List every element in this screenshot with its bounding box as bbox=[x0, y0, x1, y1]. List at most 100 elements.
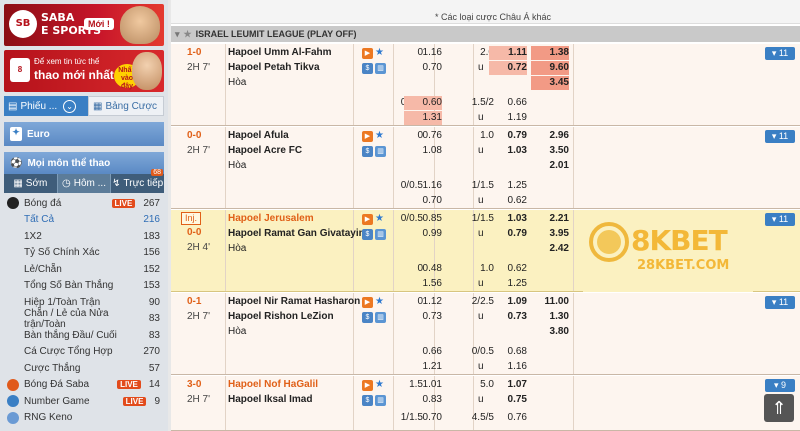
odds-1x2-away[interactable]: 9.60 bbox=[531, 61, 569, 75]
odds-home[interactable]: 0.70 bbox=[404, 411, 442, 425]
collapse-icon[interactable]: ▾ bbox=[175, 29, 180, 40]
favorite-star-icon[interactable]: ★ bbox=[375, 129, 384, 143]
sport-item[interactable]: Bóng Đá Saba LIVE 14 bbox=[4, 377, 164, 394]
sport-item[interactable]: Tỷ Số Chính Xác 156 bbox=[4, 245, 164, 262]
odds-home[interactable]: 1.16 bbox=[404, 46, 442, 60]
stats-icon[interactable]: ▥ bbox=[375, 229, 386, 240]
odds-1x2-draw[interactable]: 3.80 bbox=[531, 325, 569, 339]
tab-today[interactable]: ◷ Hôm ... bbox=[56, 174, 112, 193]
sport-item[interactable]: Cá Cược Tổng Hợp 270 bbox=[4, 344, 164, 361]
saba-esports-banner[interactable]: SB SABA E SPORTS Mới ! bbox=[4, 4, 164, 46]
live-stream-icon[interactable]: ▶ bbox=[362, 297, 373, 308]
cashout-icon[interactable]: $ bbox=[362, 146, 373, 157]
live-stream-icon[interactable]: ▶ bbox=[362, 214, 373, 225]
odds-under[interactable]: 0.72 bbox=[489, 61, 527, 75]
stats-icon[interactable]: ▥ bbox=[375, 63, 386, 74]
odds-over[interactable]: 0.79 bbox=[489, 129, 527, 143]
odds-over[interactable]: 1.25 bbox=[489, 179, 527, 193]
sport-item[interactable]: 1X2 183 bbox=[4, 228, 164, 245]
sport-item[interactable]: Chẵn / Lẻ của Nửa trận/Toàn 83 bbox=[4, 308, 164, 330]
stats-icon[interactable]: ▥ bbox=[375, 395, 386, 406]
sport-item[interactable]: RNG Keno bbox=[4, 410, 164, 427]
tab-bet-list[interactable]: ▦ Bảng Cược bbox=[88, 96, 164, 116]
other-asian-bets-link[interactable]: * Các loại cược Châu Á khác bbox=[435, 12, 551, 22]
sports-news-banner[interactable]: 8 Để xem tin tức thể thao mới nhất Nhấn … bbox=[4, 50, 164, 92]
live-stream-icon[interactable]: ▶ bbox=[362, 131, 373, 142]
odds-over[interactable]: 1.11 bbox=[489, 46, 527, 60]
favorite-star-icon[interactable]: ★ bbox=[375, 46, 384, 60]
odds-over[interactable]: 1.07 bbox=[489, 378, 527, 392]
odds-1x2-away[interactable]: 3.50 bbox=[531, 144, 569, 158]
odds-away[interactable]: 1.08 bbox=[404, 144, 442, 158]
odds-home[interactable]: 0.60 bbox=[404, 96, 442, 110]
odds-under[interactable]: 1.16 bbox=[489, 360, 527, 374]
star-icon[interactable]: ★ bbox=[184, 29, 192, 40]
odds-under[interactable]: 0.79 bbox=[489, 227, 527, 241]
odds-1x2-home[interactable]: 11.00 bbox=[531, 295, 569, 309]
euro-link[interactable]: ✦ Euro bbox=[4, 122, 164, 146]
cashout-icon[interactable]: $ bbox=[362, 229, 373, 240]
sport-item[interactable]: Cược Thắng 57 bbox=[4, 360, 164, 377]
odds-away[interactable]: 0.70 bbox=[404, 61, 442, 75]
live-stream-icon[interactable]: ▶ bbox=[362, 380, 373, 391]
stats-icon[interactable]: ▥ bbox=[375, 312, 386, 323]
tab-bet-slip[interactable]: ▤ Phiếu ... ⌄ bbox=[4, 96, 88, 116]
odds-away[interactable]: 0.83 bbox=[404, 393, 442, 407]
odds-home[interactable]: 1.01 bbox=[404, 378, 442, 392]
sport-item[interactable]: Number Game LIVE 9 bbox=[4, 393, 164, 410]
more-bets-button[interactable]: ▾ 9 bbox=[765, 379, 795, 392]
odds-home[interactable]: 0.85 bbox=[404, 212, 442, 226]
odds-under[interactable]: 0.75 bbox=[489, 393, 527, 407]
more-bets-button[interactable]: ▾ 11 bbox=[765, 47, 795, 60]
more-bets-button[interactable]: ▾ 11 bbox=[765, 130, 795, 143]
odds-1x2-draw[interactable]: 2.42 bbox=[531, 242, 569, 256]
tab-early[interactable]: ▦ Sớm bbox=[4, 174, 57, 193]
odds-away[interactable]: 1.31 bbox=[404, 111, 442, 125]
odds-1x2-home[interactable]: 2.21 bbox=[531, 212, 569, 226]
cashout-icon[interactable]: $ bbox=[362, 63, 373, 74]
odds-over[interactable]: 0.66 bbox=[489, 96, 527, 110]
odds-away[interactable]: 0.70 bbox=[404, 194, 442, 208]
live-stream-icon[interactable]: ▶ bbox=[362, 48, 373, 59]
odds-1x2-draw[interactable]: 3.45 bbox=[531, 76, 569, 90]
odds-home[interactable]: 1.12 bbox=[404, 295, 442, 309]
odds-1x2-draw[interactable]: 2.01 bbox=[531, 159, 569, 173]
odds-home[interactable]: 0.76 bbox=[404, 129, 442, 143]
favorite-star-icon[interactable]: ★ bbox=[375, 295, 384, 309]
odds-over[interactable]: 0.68 bbox=[489, 345, 527, 359]
scroll-to-top-button[interactable]: ⇑ bbox=[764, 394, 794, 422]
odds-over[interactable]: 1.03 bbox=[489, 212, 527, 226]
stats-icon[interactable]: ▥ bbox=[375, 146, 386, 157]
more-bets-button[interactable]: ▾ 11 bbox=[765, 213, 795, 226]
odds-home[interactable]: 0.48 bbox=[404, 262, 442, 276]
league-header[interactable]: ▾ ★ ISRAEL LEUMIT LEAGUE (PLAY OFF) bbox=[171, 26, 800, 42]
odds-over[interactable]: 0.76 bbox=[489, 411, 527, 425]
odds-away[interactable]: 0.73 bbox=[404, 310, 442, 324]
odds-away[interactable]: 0.99 bbox=[404, 227, 442, 241]
odds-1x2-away[interactable]: 1.30 bbox=[531, 310, 569, 324]
sport-item[interactable]: Tất Cả 216 bbox=[4, 212, 164, 229]
odds-under[interactable]: 1.19 bbox=[489, 111, 527, 125]
sport-item[interactable]: Bóng đá LIVE 267 bbox=[4, 195, 164, 212]
favorite-star-icon[interactable]: ★ bbox=[375, 378, 384, 392]
odds-under[interactable]: 0.73 bbox=[489, 310, 527, 324]
odds-under[interactable]: 0.62 bbox=[489, 194, 527, 208]
cashout-icon[interactable]: $ bbox=[362, 312, 373, 323]
sport-item[interactable]: Bàn thắng Đầu/ Cuối 83 bbox=[4, 327, 164, 344]
odds-1x2-home[interactable]: 2.96 bbox=[531, 129, 569, 143]
sport-item[interactable]: Lẻ/Chẵn 152 bbox=[4, 261, 164, 278]
odds-over[interactable]: 0.62 bbox=[489, 262, 527, 276]
odds-1x2-away[interactable]: 3.95 bbox=[531, 227, 569, 241]
odds-home[interactable]: 0.66 bbox=[404, 345, 442, 359]
odds-1x2-home[interactable]: 1.38 bbox=[531, 46, 569, 60]
all-sports-header[interactable]: ⚽ Mọi môn thể thao bbox=[4, 152, 164, 174]
more-bets-button[interactable]: ▾ 11 bbox=[765, 296, 795, 309]
cashout-icon[interactable]: $ bbox=[362, 395, 373, 406]
favorite-star-icon[interactable]: ★ bbox=[375, 212, 384, 226]
tab-live[interactable]: ↯ Trực tiếp 68 bbox=[111, 169, 164, 193]
odds-away[interactable]: 1.56 bbox=[404, 277, 442, 291]
odds-home[interactable]: 1.16 bbox=[404, 179, 442, 193]
sport-item[interactable]: Tổng Số Bàn Thắng 153 bbox=[4, 278, 164, 295]
odds-away[interactable]: 1.21 bbox=[404, 360, 442, 374]
odds-over[interactable]: 1.09 bbox=[489, 295, 527, 309]
